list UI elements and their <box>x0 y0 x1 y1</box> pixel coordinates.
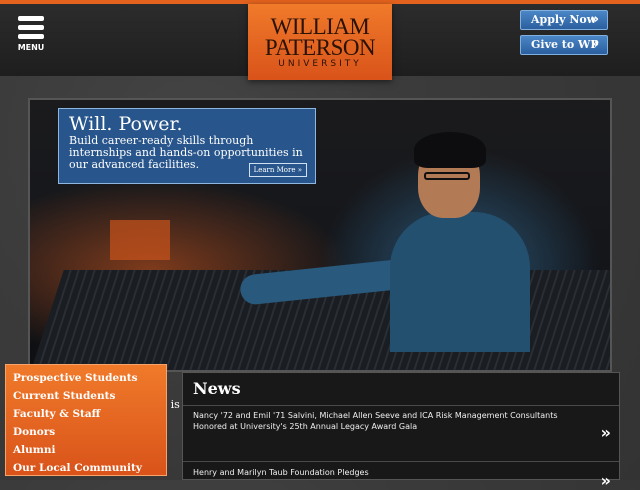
audience-item-alumni[interactable]: Alumni <box>13 441 166 459</box>
chevron-right-icon: » <box>590 37 599 52</box>
hero-title: Will. Power. <box>69 113 183 135</box>
chevron-right-icon[interactable]: » <box>601 423 611 442</box>
learn-more-button[interactable]: Learn More » <box>248 163 307 177</box>
news-heading: News <box>193 379 241 398</box>
hero-caption-box: Will. Power. Build career-ready skills t… <box>58 108 316 184</box>
audience-menu: Prospective Students Current Students Fa… <box>5 364 167 476</box>
chevron-right-icon: » <box>590 12 599 27</box>
chevron-right-icon[interactable]: » <box>601 471 611 490</box>
menu-label: MENU <box>17 43 45 52</box>
hamburger-icon <box>18 16 44 21</box>
hero-photo-sweater <box>390 212 530 352</box>
top-navigation-bar: MENU WILLIAM PATERSON UNIVERSITY Apply N… <box>0 0 640 80</box>
give-to-wp-button[interactable]: Give to WP » <box>520 35 608 55</box>
apply-now-label: Apply Now <box>531 13 597 26</box>
university-logo[interactable]: WILLIAM PATERSON UNIVERSITY <box>248 4 392 80</box>
news-divider <box>183 461 619 462</box>
logo-line-2: PATERSON <box>264 35 376 60</box>
audience-item-current-students[interactable]: Current Students <box>13 387 166 405</box>
give-to-wp-label: Give to WP <box>531 38 599 51</box>
hero-photo-hair <box>414 132 486 168</box>
news-item[interactable]: Henry and Marilyn Taub Foundation Pledge… <box>193 467 583 478</box>
audience-item-faculty-staff[interactable]: Faculty & Staff <box>13 405 166 423</box>
menu-button[interactable]: MENU <box>14 16 48 56</box>
apply-now-button[interactable]: Apply Now » <box>520 10 608 30</box>
hero-photo-equipment <box>110 220 170 260</box>
audience-item-donors[interactable]: Donors <box>13 423 166 441</box>
news-item[interactable]: Nancy '72 and Emil '71 Salvini, Michael … <box>193 410 583 432</box>
hero-photo-glasses <box>424 172 470 180</box>
hamburger-icon <box>18 25 44 30</box>
audience-item-prospective-students[interactable]: Prospective Students <box>13 369 166 387</box>
audience-item-local-community[interactable]: Our Local Community <box>13 459 166 477</box>
news-panel: News Nancy '72 and Emil '71 Salvini, Mic… <box>182 372 620 490</box>
hamburger-icon <box>18 34 44 39</box>
hero-photo-student <box>238 126 530 352</box>
news-divider <box>183 405 619 406</box>
hero-banner[interactable]: Will. Power. Build career-ready skills t… <box>28 98 612 372</box>
